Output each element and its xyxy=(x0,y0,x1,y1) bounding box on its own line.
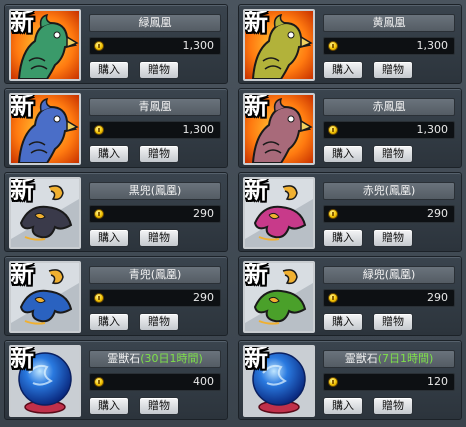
item-name: 緑鳳凰 xyxy=(89,14,221,32)
coin-icon xyxy=(94,41,104,51)
coin-icon xyxy=(94,209,104,219)
gift-button[interactable]: 贈物 xyxy=(139,313,179,331)
coin-icon xyxy=(328,293,338,303)
item-name: 赤鳳凰 xyxy=(323,98,455,116)
item-thumbnail[interactable]: 新 xyxy=(243,177,315,249)
coin-icon xyxy=(328,41,338,51)
item-name: 黒兜(鳳凰) xyxy=(89,182,221,200)
new-badge: 新 xyxy=(244,345,268,372)
item-price: 290 xyxy=(427,207,448,220)
new-badge: 新 xyxy=(244,261,268,288)
item-price-bar: 400 xyxy=(89,373,221,391)
item-thumbnail[interactable]: 新 xyxy=(243,345,315,417)
shop-item-card: 新 青鳳凰 1,300 購入 贈物 xyxy=(4,88,228,168)
gift-button[interactable]: 贈物 xyxy=(373,397,413,415)
buy-button[interactable]: 購入 xyxy=(89,145,129,163)
new-badge: 新 xyxy=(244,93,268,120)
item-thumbnail[interactable]: 新 xyxy=(9,177,81,249)
item-price: 290 xyxy=(193,207,214,220)
item-price-bar: 290 xyxy=(89,205,221,223)
buy-button[interactable]: 購入 xyxy=(323,397,363,415)
buy-button[interactable]: 購入 xyxy=(89,397,129,415)
shop-item-card: 新 霊獣石(30日1時間) 400 購入 贈物 xyxy=(4,340,228,420)
item-price-bar: 1,300 xyxy=(89,121,221,139)
gift-button[interactable]: 贈物 xyxy=(373,145,413,163)
new-badge: 新 xyxy=(244,177,268,204)
gift-button[interactable]: 贈物 xyxy=(139,397,179,415)
shop-item-card: 新 赤鳳凰 1,300 購入 贈物 xyxy=(238,88,462,168)
item-price: 400 xyxy=(193,375,214,388)
gift-button[interactable]: 贈物 xyxy=(373,229,413,247)
coin-icon xyxy=(94,125,104,135)
coin-icon xyxy=(94,377,104,387)
item-price: 1,300 xyxy=(182,39,215,52)
item-thumbnail[interactable]: 新 xyxy=(243,93,315,165)
buy-button[interactable]: 購入 xyxy=(89,229,129,247)
gift-button[interactable]: 贈物 xyxy=(139,229,179,247)
coin-icon xyxy=(328,209,338,219)
coin-icon xyxy=(328,377,338,387)
new-badge: 新 xyxy=(10,261,34,288)
gift-button[interactable]: 贈物 xyxy=(373,61,413,79)
item-price: 120 xyxy=(427,375,448,388)
item-name: 黄鳳凰 xyxy=(323,14,455,32)
shop-item-card: 新 青兜(鳳凰) 290 購入 贈物 xyxy=(4,256,228,336)
new-badge: 新 xyxy=(10,93,34,120)
new-badge: 新 xyxy=(10,345,34,372)
buy-button[interactable]: 購入 xyxy=(323,61,363,79)
coin-icon xyxy=(328,125,338,135)
item-name: 赤兜(鳳凰) xyxy=(323,182,455,200)
item-thumbnail[interactable]: 新 xyxy=(243,9,315,81)
item-name: 青兜(鳳凰) xyxy=(89,266,221,284)
item-name: 霊獣石(7日1時間) xyxy=(323,350,455,368)
shop-item-card: 新 黄鳳凰 1,300 購入 贈物 xyxy=(238,4,462,84)
item-name: 青鳳凰 xyxy=(89,98,221,116)
item-thumbnail[interactable]: 新 xyxy=(9,345,81,417)
shop-item-card: 新 緑鳳凰 1,300 購入 贈物 xyxy=(4,4,228,84)
shop-item-card: 新 赤兜(鳳凰) 290 購入 贈物 xyxy=(238,172,462,252)
gift-button[interactable]: 贈物 xyxy=(139,145,179,163)
item-price-bar: 290 xyxy=(89,289,221,307)
item-thumbnail[interactable]: 新 xyxy=(9,9,81,81)
gift-button[interactable]: 贈物 xyxy=(373,313,413,331)
item-price-bar: 1,300 xyxy=(323,37,455,55)
item-price-bar: 290 xyxy=(323,205,455,223)
item-price: 1,300 xyxy=(182,123,215,136)
buy-button[interactable]: 購入 xyxy=(323,229,363,247)
shop-item-card: 新 緑兜(鳳凰) 290 購入 贈物 xyxy=(238,256,462,336)
item-price-bar: 1,300 xyxy=(323,121,455,139)
item-thumbnail[interactable]: 新 xyxy=(243,261,315,333)
item-shop-panel: 新 緑鳳凰 1,300 購入 贈物 新 黄鳳凰 1,300 購入 贈物 新 青鳳… xyxy=(0,0,466,427)
item-price-bar: 290 xyxy=(323,289,455,307)
item-price: 1,300 xyxy=(416,123,449,136)
new-badge: 新 xyxy=(10,177,34,204)
shop-item-card: 新 黒兜(鳳凰) 290 購入 贈物 xyxy=(4,172,228,252)
new-badge: 新 xyxy=(10,9,34,36)
item-price: 290 xyxy=(193,291,214,304)
item-price-bar: 1,300 xyxy=(89,37,221,55)
item-price: 290 xyxy=(427,291,448,304)
coin-icon xyxy=(94,293,104,303)
item-price: 1,300 xyxy=(416,39,449,52)
item-price-bar: 120 xyxy=(323,373,455,391)
buy-button[interactable]: 購入 xyxy=(323,145,363,163)
item-thumbnail[interactable]: 新 xyxy=(9,261,81,333)
buy-button[interactable]: 購入 xyxy=(323,313,363,331)
item-thumbnail[interactable]: 新 xyxy=(9,93,81,165)
new-badge: 新 xyxy=(244,9,268,36)
buy-button[interactable]: 購入 xyxy=(89,61,129,79)
item-name: 霊獣石(30日1時間) xyxy=(89,350,221,368)
shop-item-card: 新 霊獣石(7日1時間) 120 購入 贈物 xyxy=(238,340,462,420)
buy-button[interactable]: 購入 xyxy=(89,313,129,331)
item-name: 緑兜(鳳凰) xyxy=(323,266,455,284)
gift-button[interactable]: 贈物 xyxy=(139,61,179,79)
